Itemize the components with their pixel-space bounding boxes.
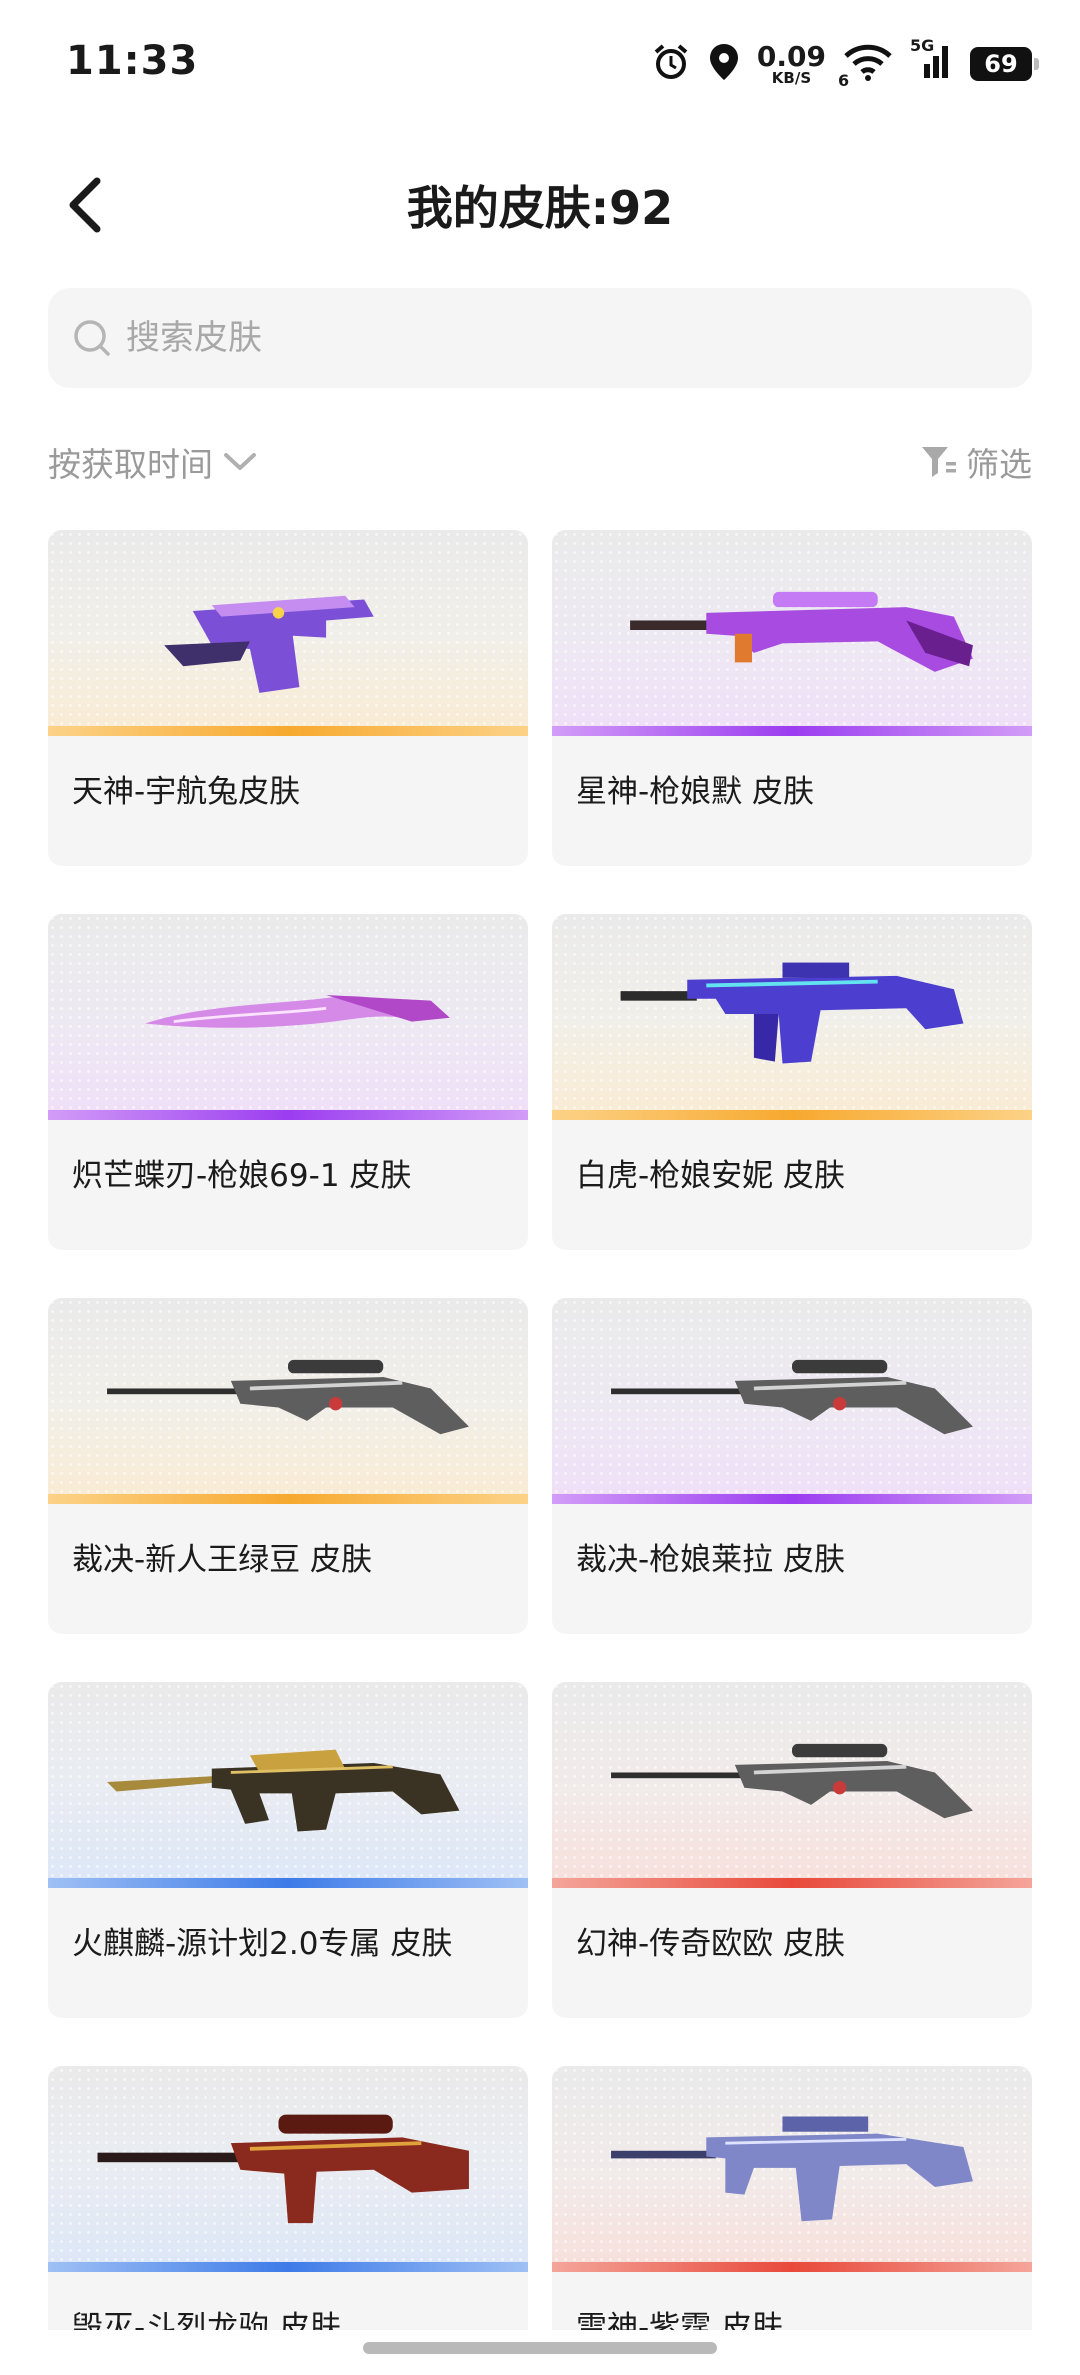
weapon-sniper-image [107, 1359, 469, 1435]
alarm-icon [651, 42, 691, 86]
search-box[interactable] [48, 288, 1032, 388]
wifi-sub-label: 6 [838, 71, 850, 90]
skin-name: 火麒麟-源计划2.0专属 皮肤 [72, 1926, 453, 1962]
cell-type-label: 5G [910, 36, 935, 55]
battery-icon: 69 [970, 47, 1039, 81]
skin-image [48, 2066, 528, 2262]
weapon-assault-rifle-image [620, 962, 964, 1064]
skin-name: 雷神-紫霆 皮肤 [576, 2310, 784, 2330]
home-indicator[interactable] [363, 2342, 717, 2354]
skin-card[interactable]: 火麒麟-源计划2.0专属 皮肤 [48, 1682, 528, 2018]
skin-card[interactable]: 星神-枪娘默 皮肤 [552, 530, 1032, 866]
skin-image [552, 530, 1032, 726]
skin-image [552, 1682, 1032, 1878]
skin-grid-viewport[interactable]: 天神-宇航兔皮肤 星神-枪娘默 皮肤炽芒蝶刃-枪娘69-1 皮肤 白虎-枪娘安妮 皮… [0, 530, 1080, 2330]
skin-image [552, 2066, 1032, 2262]
page-title: 我的皮肤:92 [406, 181, 674, 235]
skin-image [48, 914, 528, 1110]
skin-name: 幻神-传奇欧欧 皮肤 [576, 1926, 846, 1962]
skin-image [552, 914, 1032, 1110]
skin-card[interactable]: 雷神-紫霆 皮肤 [552, 2066, 1032, 2330]
rarity-bar [48, 2262, 528, 2272]
skin-card[interactable]: 白虎-枪娘安妮 皮肤 [552, 914, 1032, 1250]
filter-label: 筛选 [966, 445, 1032, 484]
rarity-bar [552, 1494, 1032, 1504]
sort-filter-row: 按获取时间 筛选 [48, 428, 1032, 498]
skin-card[interactable]: 幻神-传奇欧欧 皮肤 [552, 1682, 1032, 2018]
skin-grid: 天神-宇航兔皮肤 星神-枪娘默 皮肤炽芒蝶刃-枪娘69-1 皮肤 白虎-枪娘安妮 皮… [48, 530, 1032, 2330]
chevron-down-icon [224, 453, 256, 470]
skin-name: 裁决-新人王绿豆 皮肤 [72, 1542, 373, 1578]
header: 我的皮肤:92 [0, 150, 1080, 260]
weapon-m4-image [611, 2116, 973, 2222]
skin-name: 白虎-枪娘安妮 皮肤 [576, 1158, 846, 1194]
weapon-rifle-image [630, 591, 973, 672]
skin-image [48, 530, 528, 726]
weapon-knife-image [145, 994, 450, 1028]
weapon-pistol-image [164, 595, 374, 693]
search-icon [74, 320, 110, 356]
weapon-sniper-image [611, 1743, 973, 1819]
skin-image [552, 1298, 1032, 1494]
status-bar: 11:33 0.09 KB/S 6 5G 69 [0, 0, 1080, 130]
rarity-bar [48, 726, 528, 736]
status-time: 11:33 [66, 38, 199, 84]
filter-button[interactable]: 筛选 [920, 438, 1032, 486]
filter-icon [922, 447, 956, 477]
skin-name: 炽芒蝶刃-枪娘69-1 皮肤 [72, 1158, 412, 1194]
skin-card[interactable]: 裁决-新人王绿豆 皮肤 [48, 1298, 528, 1634]
skin-card[interactable]: 裁决-枪娘莱拉 皮肤 [552, 1298, 1032, 1634]
skin-image [48, 1682, 528, 1878]
rarity-bar [48, 1110, 528, 1120]
skin-card[interactable]: 天神-宇航兔皮肤 [48, 530, 528, 866]
weapon-ak-image [107, 1749, 460, 1832]
rarity-bar [552, 1878, 1032, 1888]
location-icon [707, 42, 741, 86]
skin-name: 毁灭-斗烈龙驹 皮肤 [72, 2310, 342, 2330]
skin-card[interactable]: 炽芒蝶刃-枪娘69-1 皮肤 [48, 914, 528, 1250]
rarity-bar [552, 1110, 1032, 1120]
weapon-heavy-sniper-image [97, 2114, 469, 2224]
skin-name: 裁决-枪娘莱拉 皮肤 [576, 1542, 846, 1578]
network-speed: 0.09 KB/S [756, 39, 826, 87]
rarity-bar [552, 2262, 1032, 2272]
status-icons: 0.09 KB/S 6 5G 69 [651, 36, 1039, 92]
rarity-bar [552, 726, 1032, 736]
sort-dropdown[interactable]: 按获取时间 [48, 438, 257, 486]
rarity-bar [48, 1494, 528, 1504]
cellular-icon: 5G [910, 36, 954, 86]
skin-card[interactable]: 毁灭-斗烈龙驹 皮肤 [48, 2066, 528, 2330]
skin-image [48, 1298, 528, 1494]
sort-label: 按获取时间 [48, 445, 213, 484]
weapon-sniper-image [611, 1359, 973, 1435]
skin-name: 天神-宇航兔皮肤 [72, 774, 301, 810]
rarity-bar [48, 1878, 528, 1888]
search-input[interactable] [124, 317, 1008, 359]
wifi-icon: 6 [838, 42, 894, 90]
skin-name: 星神-枪娘默 皮肤 [576, 774, 815, 810]
